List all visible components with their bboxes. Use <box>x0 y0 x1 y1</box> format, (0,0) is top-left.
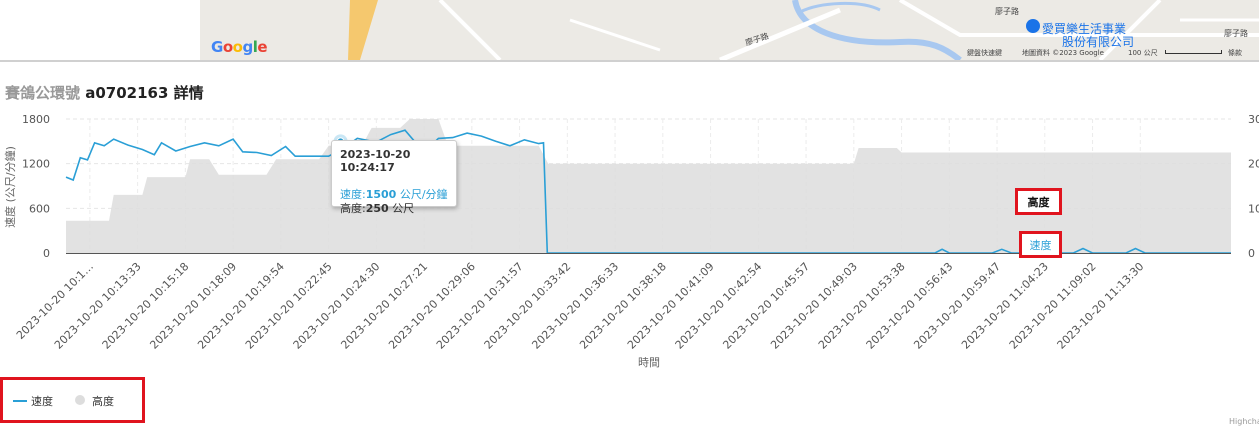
x-tick-label: 2023-10-20 11:04:23 <box>959 260 1051 352</box>
speed-series-label-text: 速度 <box>1029 238 1052 252</box>
x-tick-label: 2023-10-20 10:18:09 <box>147 260 239 352</box>
x-tick-label: 2023-10-20 10:49:03 <box>768 260 860 352</box>
map-canvas[interactable]: 廖子路 廖子路 廖子路 愛買樂生活事業 股份有限公司 鍵盤快速鍵 地圖資料 ©2… <box>200 0 1259 60</box>
chart-credit[interactable]: Highcharts <box>1229 417 1259 426</box>
x-tick-label: 2023-10-20 10:29:06 <box>386 260 478 352</box>
tooltip-height-name: 高度: <box>340 202 366 215</box>
map-street-1 <box>719 7 841 60</box>
x-tick-label: 2023-10-20 10:1… <box>14 260 96 342</box>
x-tick-label: 2023-10-20 10:19:54 <box>195 260 287 352</box>
map-data-attribution[interactable]: 地圖資料 ©2023 Google <box>1022 48 1104 58</box>
google-logo-letter: G <box>211 38 223 56</box>
map-shortcuts-link[interactable]: 鍵盤快速鍵 <box>967 48 1002 58</box>
x-tick-label: 2023-10-20 10:22:45 <box>243 260 335 352</box>
map-street-2 <box>438 0 502 60</box>
x-tick-label: 2023-10-20 11:13:30 <box>1055 260 1147 352</box>
x-axis-title: 時間 <box>638 356 660 369</box>
map-divider <box>0 60 1259 62</box>
google-logo-letter: o <box>222 38 233 56</box>
x-tick-label: 2023-10-20 10:38:18 <box>577 260 669 352</box>
google-logo-letter: o <box>232 38 243 56</box>
x-tick-label: 2023-10-20 10:31:57 <box>434 260 526 352</box>
map-poi-marker <box>1026 19 1040 33</box>
legend-speed-swatch[interactable] <box>13 400 27 402</box>
map-blank-area <box>0 0 200 60</box>
x-tick-label: 2023-10-20 11:09:02 <box>1007 260 1099 352</box>
tooltip-speed-row: 速度:1500 公尺/分鐘 <box>340 188 448 202</box>
x-tick-label: 2023-10-20 10:13:33 <box>52 260 144 352</box>
map-terms-link[interactable]: 條款 <box>1228 48 1242 58</box>
x-axis-ticks: 2023-10-20 10:1…2023-10-20 10:13:332023-… <box>14 260 1147 352</box>
tooltip-time: 2023-10-20 10:24:17 <box>340 148 411 174</box>
y-tick-label-left: 0 <box>43 247 50 260</box>
x-tick-label: 2023-10-20 10:15:18 <box>100 260 192 352</box>
google-logo-letter: g <box>242 38 253 56</box>
y-tick-label-right: 30 <box>1248 113 1259 126</box>
tooltip-height-unit: 公尺 <box>388 202 415 215</box>
tooltip-speed-value: 1500 <box>365 188 397 201</box>
x-tick-label: 2023-10-20 10:41:09 <box>625 260 717 352</box>
height-series-label-text: 高度 <box>1027 195 1050 209</box>
map-road-label: 廖子路 <box>995 7 1019 16</box>
y-tick-label-right: 20 <box>1248 158 1259 171</box>
y-tick-label-left: 600 <box>29 202 50 215</box>
y-tick-label-right: 10 <box>1248 202 1259 215</box>
x-tick-label: 2023-10-20 10:33:42 <box>482 260 574 352</box>
chart-legend: 速度 高度 <box>0 377 145 423</box>
x-tick-label: 2023-10-20 10:42:54 <box>673 260 765 352</box>
x-tick-label: 2023-10-20 10:27:21 <box>338 260 430 352</box>
x-tick-label: 2023-10-20 10:45:57 <box>720 260 812 352</box>
x-tick-label: 2023-10-20 10:59:47 <box>911 260 1003 352</box>
height-series-label: 高度 <box>1015 188 1062 215</box>
map-scale-bar <box>1165 50 1222 54</box>
x-tick-label: 2023-10-20 10:24:30 <box>291 260 383 352</box>
map-scale-label[interactable]: 100 公尺 <box>1128 48 1158 58</box>
y-axis-title-left: 速度 (公尺/分鐘) <box>3 146 17 228</box>
tooltip-height-value: 250 <box>365 202 389 215</box>
google-logo[interactable]: Google <box>211 38 268 56</box>
y-tick-label-left: 1800 <box>22 113 50 126</box>
legend-item-speed[interactable]: 速度 <box>31 393 53 409</box>
y-tick-label-right: 0 <box>1248 247 1255 260</box>
tooltip-speed-name: 速度: <box>340 188 366 201</box>
map-yellow-road <box>348 0 378 60</box>
map-strip[interactable]: 廖子路 廖子路 廖子路 愛買樂生活事業 股份有限公司 鍵盤快速鍵 地圖資料 ©2… <box>0 0 1259 60</box>
x-tick-label: 2023-10-20 10:53:38 <box>816 260 908 352</box>
map-street-5 <box>569 18 661 52</box>
map-road-label: 廖子路 <box>1224 29 1248 38</box>
chart-tooltip: 2023-10-20 10:24:17 速度:1500 公尺/分鐘 高度:250… <box>331 140 457 215</box>
speed-series-label: 速度 <box>1019 231 1062 258</box>
tooltip-height-row: 高度:250 公尺 <box>340 202 448 216</box>
legend-item-height[interactable]: 高度 <box>92 393 114 409</box>
x-tick-label: 2023-10-20 10:56:43 <box>864 260 956 352</box>
y-tick-label-left: 1200 <box>22 158 50 171</box>
tooltip-speed-unit: 公尺/分鐘 <box>396 188 448 201</box>
legend-height-swatch[interactable] <box>75 395 85 405</box>
google-logo-letter: e <box>257 38 268 56</box>
chart[interactable]: 0600120018000102030 2023-10-20 10:1…2023… <box>0 100 1259 377</box>
x-tick-label: 2023-10-20 10:36:33 <box>529 260 621 352</box>
